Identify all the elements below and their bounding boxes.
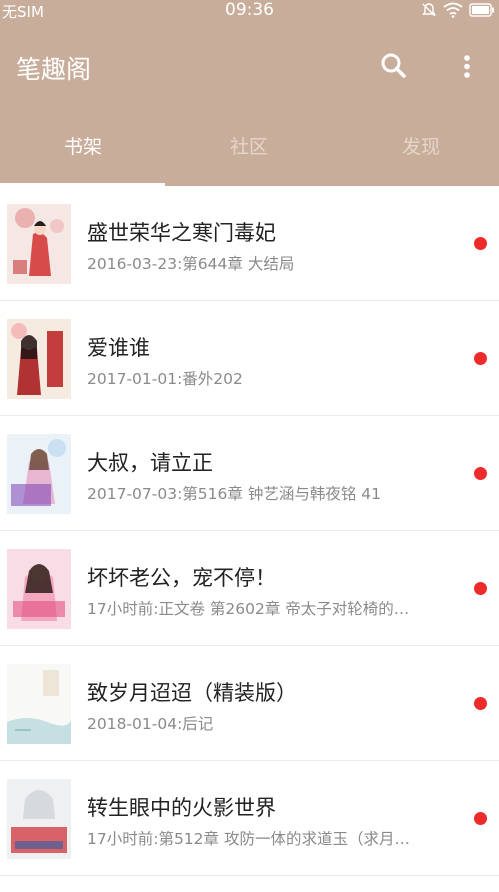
search-icon[interactable] <box>377 50 411 84</box>
unread-dot <box>474 582 487 595</box>
unread-dot <box>474 352 487 365</box>
unread-dot <box>474 467 487 480</box>
book-list-item[interactable]: 坏坏老公，宠不停！ 17小时前:正文卷 第2602章 帝太子对轮椅的… <box>0 531 499 646</box>
tab-bar: 书架 社区 发现 <box>0 118 499 186</box>
book-list-item[interactable]: 致岁月迢迢（精装版） 2018-01-04:后记 <box>0 646 499 761</box>
unread-dot <box>474 697 487 710</box>
app-bar: 笔趣阁 <box>0 44 499 92</box>
app-title: 笔趣阁 <box>16 55 92 84</box>
status-icons <box>421 2 495 18</box>
battery-icon <box>469 3 495 17</box>
book-latest-chapter: 2017-01-01:番外202 <box>87 370 243 388</box>
book-title: 坏坏老公，宠不停！ <box>87 566 276 590</box>
book-latest-chapter: 2018-01-04:后记 <box>87 715 214 733</box>
book-list-item[interactable]: 盛世荣华之寒门毒妃 2016-03-23:第644章 大结局 <box>0 186 499 301</box>
book-cover <box>7 664 71 744</box>
unread-dot <box>474 237 487 250</box>
book-latest-chapter: 2017-07-03:第516章 钟艺涵与韩夜铭 41 <box>87 485 381 503</box>
mute-icon <box>421 2 437 18</box>
book-list-item[interactable]: 大叔，请立正 2017-07-03:第516章 钟艺涵与韩夜铭 41 <box>0 416 499 531</box>
book-title: 转生眼中的火影世界 <box>87 796 276 820</box>
book-title: 大叔，请立正 <box>87 451 213 475</box>
status-bar: 无SIM 09:36 <box>0 0 499 22</box>
app-header: 无SIM 09:36 笔趣阁 书架 社区 发现 <box>0 0 499 186</box>
book-list: 盛世荣华之寒门毒妃 2016-03-23:第644章 大结局 爱谁谁 2017-… <box>0 186 499 876</box>
wifi-icon <box>443 2 463 18</box>
unread-dot <box>474 812 487 825</box>
book-title: 盛世荣华之寒门毒妃 <box>87 221 276 245</box>
tab-community[interactable]: 社区 <box>166 118 332 186</box>
book-list-item[interactable]: 爱谁谁 2017-01-01:番外202 <box>0 301 499 416</box>
more-vert-icon[interactable] <box>452 50 482 84</box>
book-cover <box>7 549 71 629</box>
book-cover <box>7 319 71 399</box>
book-list-item[interactable]: 转生眼中的火影世界 17小时前:第512章 攻防一体的求道玉（求月… <box>0 761 499 876</box>
book-cover <box>7 779 71 859</box>
book-latest-chapter: 17小时前:第512章 攻防一体的求道玉（求月… <box>87 830 410 848</box>
book-title: 致岁月迢迢（精装版） <box>87 681 297 705</box>
tab-bookshelf[interactable]: 书架 <box>0 118 166 186</box>
tab-discover[interactable]: 发现 <box>338 118 499 186</box>
book-cover <box>7 434 71 514</box>
book-latest-chapter: 17小时前:正文卷 第2602章 帝太子对轮椅的… <box>87 600 410 618</box>
book-latest-chapter: 2016-03-23:第644章 大结局 <box>87 255 295 273</box>
book-cover <box>7 204 71 284</box>
book-title: 爱谁谁 <box>87 336 150 360</box>
